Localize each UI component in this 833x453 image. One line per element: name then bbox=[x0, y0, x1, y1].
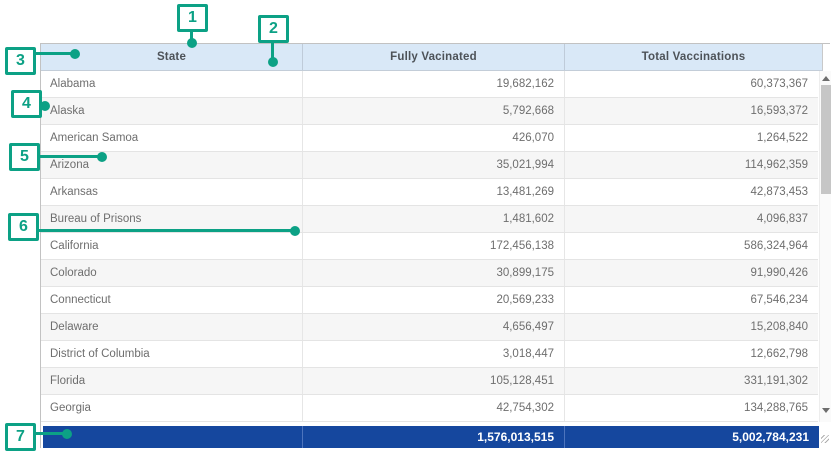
callout-2-dot bbox=[268, 57, 278, 67]
table-row[interactable]: Alaska 5,792,668 16,593,372 bbox=[41, 98, 818, 125]
state-cell: Alaska bbox=[41, 98, 302, 124]
callout-5-dot bbox=[97, 152, 107, 162]
fully-vacinated-cell: 19,682,162 bbox=[302, 71, 564, 97]
state-cell: Arkansas bbox=[41, 179, 302, 205]
total-vaccinations-cell: 60,373,367 bbox=[564, 71, 818, 97]
scroll-down-button[interactable] bbox=[820, 404, 832, 417]
scrollbar-thumb[interactable] bbox=[821, 85, 831, 194]
vertical-scrollbar[interactable] bbox=[819, 71, 831, 422]
state-cell: Georgia bbox=[41, 395, 302, 421]
column-header-fully-vacinated: Fully Vacinated bbox=[302, 44, 564, 70]
fully-vacinated-cell: 4,656,497 bbox=[302, 314, 564, 340]
callout-5-connector bbox=[40, 155, 98, 158]
total-vaccinations-cell: 1,264,522 bbox=[564, 125, 818, 151]
totals-state-cell bbox=[43, 426, 302, 448]
total-vaccinations-cell: 91,990,426 bbox=[564, 260, 818, 286]
table-row[interactable]: Delaware 4,656,497 15,208,840 bbox=[41, 314, 818, 341]
fully-vacinated-cell: 30,899,175 bbox=[302, 260, 564, 286]
total-vaccinations-cell: 67,546,234 bbox=[564, 287, 818, 313]
fully-vacinated-cell: 105,128,451 bbox=[302, 368, 564, 394]
fully-vacinated-cell: 426,070 bbox=[302, 125, 564, 151]
table-row[interactable]: Connecticut 20,569,233 67,546,234 bbox=[41, 287, 818, 314]
callout-1-badge: 1 bbox=[177, 4, 208, 32]
fully-vacinated-cell: 35,021,994 bbox=[302, 152, 564, 178]
chevron-down-icon bbox=[822, 408, 830, 413]
fully-vacinated-cell: 172,456,138 bbox=[302, 233, 564, 259]
total-vaccinations-cell: 15,208,840 bbox=[564, 314, 818, 340]
table-row[interactable]: Colorado 30,899,175 91,990,426 bbox=[41, 260, 818, 287]
callout-6-badge: 6 bbox=[8, 213, 39, 241]
table-row[interactable]: Arizona 35,021,994 114,962,359 bbox=[41, 152, 818, 179]
fully-vacinated-cell: 5,792,668 bbox=[302, 98, 564, 124]
callout-1-dot bbox=[187, 38, 197, 48]
total-vaccinations-cell: 12,662,798 bbox=[564, 341, 818, 367]
table-row[interactable]: Arkansas 13,481,269 42,873,453 bbox=[41, 179, 818, 206]
totals-fully-vacinated: 1,576,013,515 bbox=[302, 426, 564, 448]
callout-6-connector bbox=[39, 229, 291, 232]
total-vaccinations-cell: 16,593,372 bbox=[564, 98, 818, 124]
callout-2-badge: 2 bbox=[258, 15, 289, 43]
table-row[interactable]: District of Columbia 3,018,447 12,662,79… bbox=[41, 341, 818, 368]
total-vaccinations-cell: 114,962,359 bbox=[564, 152, 818, 178]
table-body: Alabama 19,682,162 60,373,367 Alaska 5,7… bbox=[41, 71, 818, 422]
callout-7-connector bbox=[36, 432, 64, 435]
state-cell: Delaware bbox=[41, 314, 302, 340]
column-header-state: State bbox=[41, 44, 302, 70]
total-vaccinations-cell: 4,096,837 bbox=[564, 206, 818, 232]
fully-vacinated-cell: 20,569,233 bbox=[302, 287, 564, 313]
screenshot-stage: State Fully Vacinated Total Vaccinations… bbox=[0, 0, 833, 453]
state-cell: Connecticut bbox=[41, 287, 302, 313]
callout-3-connector bbox=[36, 52, 72, 55]
callout-4-badge: 4 bbox=[11, 90, 42, 118]
table-row[interactable]: California 172,456,138 586,324,964 bbox=[41, 233, 818, 260]
state-cell: Colorado bbox=[41, 260, 302, 286]
state-cell: Florida bbox=[41, 368, 302, 394]
table-row[interactable]: Florida 105,128,451 331,191,302 bbox=[41, 368, 818, 395]
table-row[interactable]: American Samoa 426,070 1,264,522 bbox=[41, 125, 818, 152]
callout-3-badge: 3 bbox=[5, 47, 36, 75]
chevron-up-icon bbox=[822, 76, 830, 81]
callout-7-dot bbox=[62, 429, 72, 439]
fully-vacinated-cell: 3,018,447 bbox=[302, 341, 564, 367]
vaccinations-table: State Fully Vacinated Total Vaccinations… bbox=[40, 43, 830, 448]
callout-7-badge: 7 bbox=[5, 423, 36, 451]
fully-vacinated-cell: 42,754,302 bbox=[302, 395, 564, 421]
table-row[interactable]: Georgia 42,754,302 134,288,765 bbox=[41, 395, 818, 422]
state-cell: District of Columbia bbox=[41, 341, 302, 367]
table-header-row: State Fully Vacinated Total Vaccinations bbox=[41, 44, 823, 71]
table-row[interactable]: Alabama 19,682,162 60,373,367 bbox=[41, 71, 818, 98]
total-vaccinations-cell: 586,324,964 bbox=[564, 233, 818, 259]
state-cell: American Samoa bbox=[41, 125, 302, 151]
table-totals-row: 1,576,013,515 5,002,784,231 bbox=[43, 426, 819, 448]
total-vaccinations-cell: 134,288,765 bbox=[564, 395, 818, 421]
total-vaccinations-cell: 331,191,302 bbox=[564, 368, 818, 394]
callout-3-dot bbox=[70, 49, 80, 59]
column-header-total-vaccinations: Total Vaccinations bbox=[564, 44, 822, 70]
fully-vacinated-cell: 13,481,269 bbox=[302, 179, 564, 205]
fully-vacinated-cell: 1,481,602 bbox=[302, 206, 564, 232]
state-cell: California bbox=[41, 233, 302, 259]
callout-5-badge: 5 bbox=[9, 143, 40, 171]
resize-grip-icon[interactable] bbox=[821, 435, 829, 443]
totals-total-vaccinations: 5,002,784,231 bbox=[564, 426, 819, 448]
total-vaccinations-cell: 42,873,453 bbox=[564, 179, 818, 205]
state-cell: Alabama bbox=[41, 71, 302, 97]
scroll-up-button[interactable] bbox=[820, 72, 832, 85]
callout-6-dot bbox=[290, 226, 300, 236]
